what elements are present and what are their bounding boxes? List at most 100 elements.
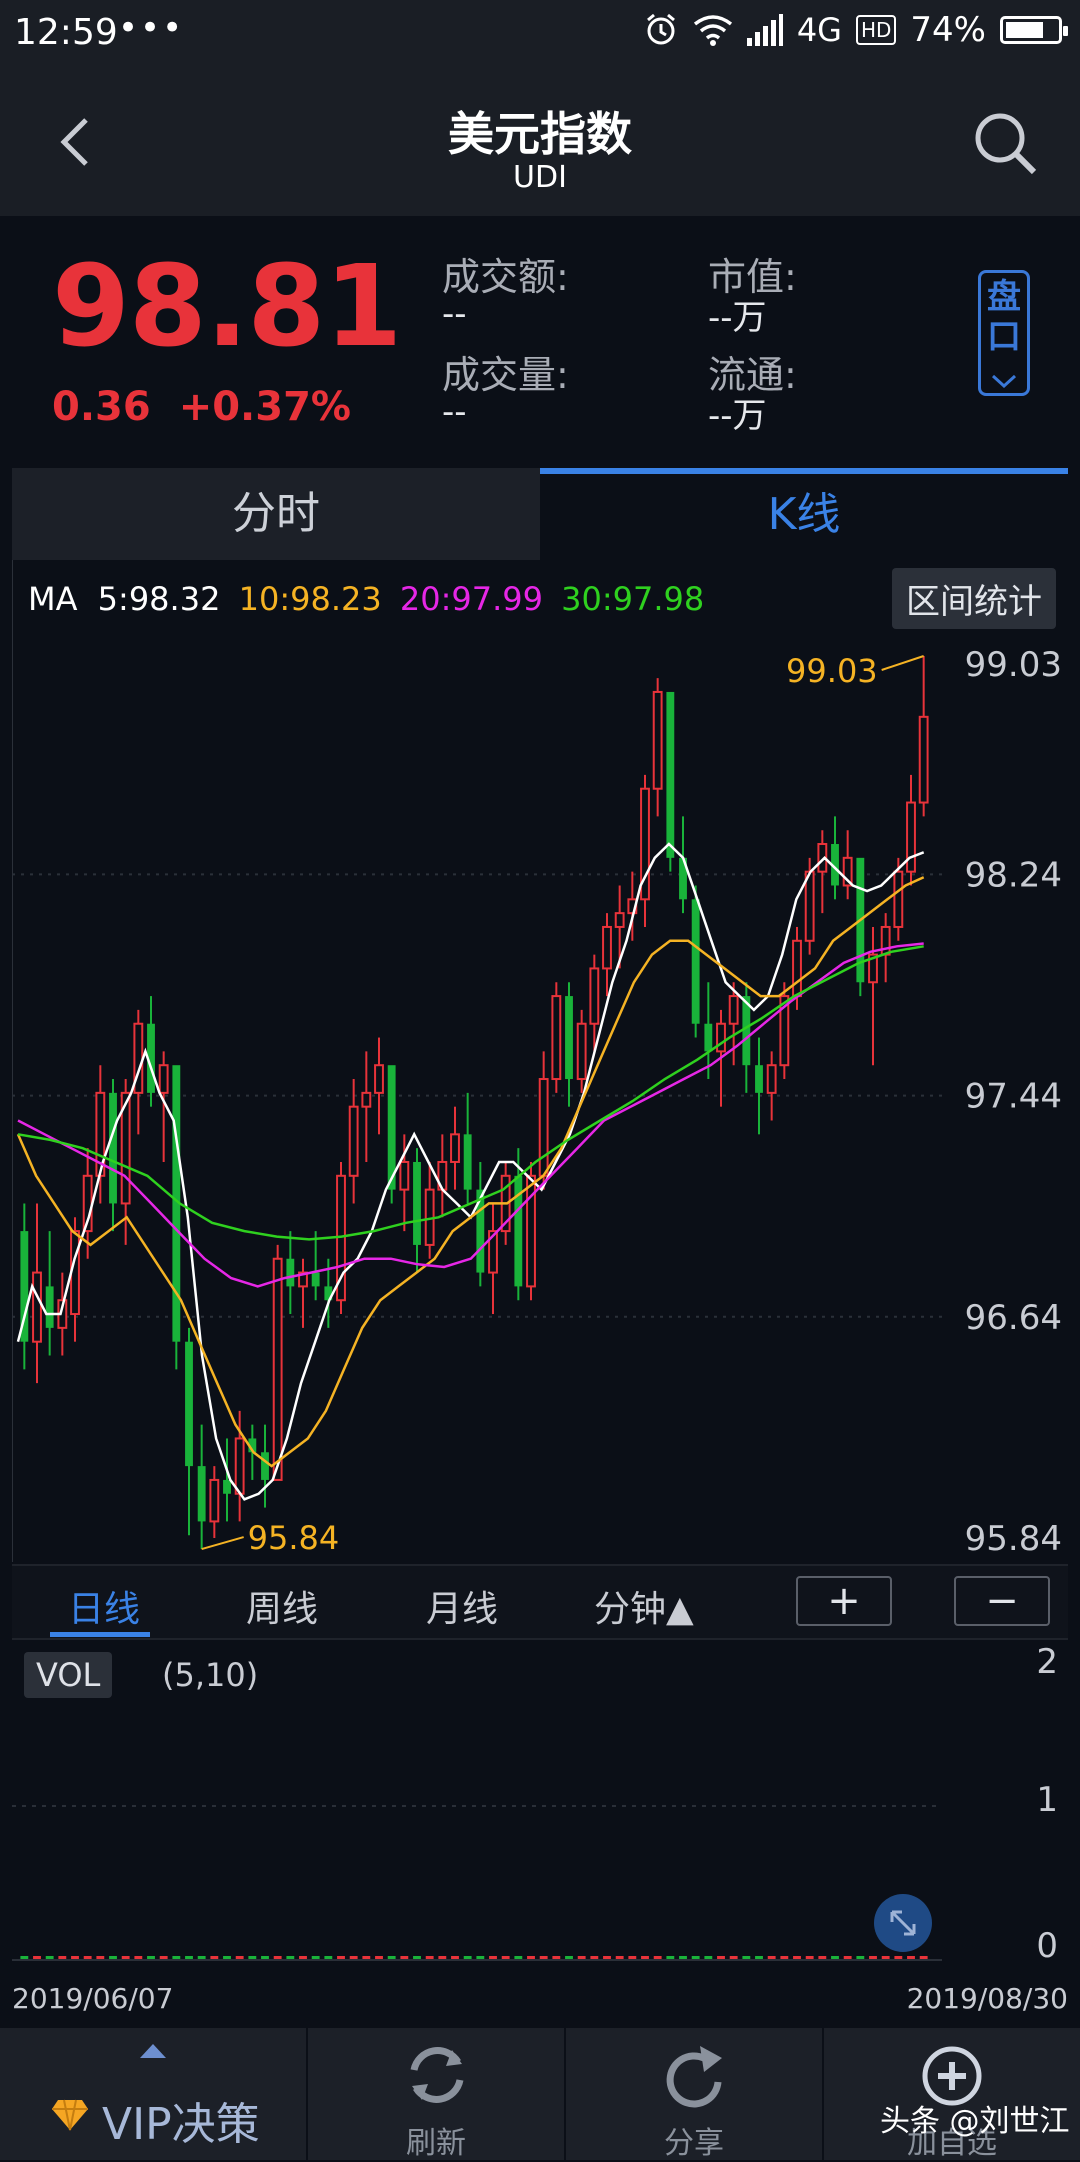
candle-body xyxy=(728,995,739,1025)
vol-params: (5,10) xyxy=(162,1656,259,1694)
pankou-button[interactable]: 盘口 xyxy=(978,270,1030,396)
share-button[interactable]: 分享 xyxy=(566,2028,822,2161)
volume-bar xyxy=(58,1956,67,1959)
volume-bar xyxy=(919,1956,928,1959)
zoom-out-button[interactable]: − xyxy=(954,1576,1050,1626)
candle-body xyxy=(286,1258,295,1287)
network-type: 4G xyxy=(796,11,842,49)
volume-bar xyxy=(121,1956,130,1959)
volume-bar xyxy=(653,1956,662,1959)
volume-bar xyxy=(45,1956,54,1959)
price-change: 0.36 +0.37% xyxy=(52,384,351,430)
volume-bar xyxy=(552,1956,561,1959)
app-header: 美元指数 UDI xyxy=(0,72,1080,216)
add-watchlist-button[interactable]: 加自选 xyxy=(824,2028,1080,2161)
volume-bar xyxy=(349,1956,358,1959)
tab-intraday[interactable]: 分时 xyxy=(12,468,540,560)
turnover-value: -- xyxy=(442,294,467,334)
volume-bar xyxy=(337,1956,345,1959)
expand-icon[interactable] xyxy=(874,1894,932,1952)
volume-bar xyxy=(818,1956,827,1959)
battery-level xyxy=(1006,22,1043,38)
page-title: 美元指数 xyxy=(448,107,632,161)
volume-bar xyxy=(590,1956,599,1959)
candle-body xyxy=(893,870,904,928)
high-marker-label: 99.03 xyxy=(786,652,878,690)
candle-body xyxy=(589,967,600,1025)
volume-label: 成交量: xyxy=(442,353,569,397)
period-minute[interactable]: 分钟▲ xyxy=(594,1580,694,1632)
watermark: 头条 @刘世江 xyxy=(880,2104,1070,2139)
volume-bar xyxy=(704,1956,713,1959)
vol-axis-top: 2 xyxy=(1036,1642,1058,1682)
volume-bar xyxy=(83,1956,92,1959)
candle-body xyxy=(109,1092,117,1204)
volume-bar xyxy=(248,1956,257,1959)
volume-bar xyxy=(679,1956,687,1959)
tab-kline[interactable]: K线 xyxy=(540,468,1068,560)
volume-bar xyxy=(780,1956,789,1959)
candle-body xyxy=(666,691,675,858)
vip-label: VIP决策 xyxy=(102,2099,260,2150)
volume-bar xyxy=(96,1956,105,1959)
candle-body xyxy=(413,1161,421,1245)
vol-tag[interactable]: VOL xyxy=(24,1652,113,1698)
volume-panel: VOL (5,10) 2 1 0 xyxy=(12,1638,1068,1968)
volume-bar xyxy=(729,1956,738,1959)
period-week[interactable]: 周线 xyxy=(246,1580,318,1632)
volume-bar xyxy=(628,1956,637,1959)
vol-axis-bottom: 0 xyxy=(1036,1926,1058,1966)
volume-bar xyxy=(299,1956,307,1959)
candle-body xyxy=(185,1341,193,1467)
wifi-icon xyxy=(693,15,732,46)
volume-bar xyxy=(286,1956,295,1959)
candle-body xyxy=(576,1022,587,1081)
candle-body xyxy=(261,1452,269,1480)
volume-bar xyxy=(210,1956,219,1959)
quote-panel: 98.81 0.36 +0.37% 成交额: -- 成交量: -- 市值: --万… xyxy=(12,216,1068,452)
candle-body xyxy=(538,1078,549,1177)
period-underline xyxy=(50,1632,150,1637)
volume-bar xyxy=(451,1956,459,1959)
low-marker-label: 95.84 xyxy=(248,1519,340,1557)
volume-bar xyxy=(691,1956,700,1959)
candle-body xyxy=(691,899,700,1024)
volume-bar xyxy=(20,1956,29,1959)
volume-bar xyxy=(400,1956,409,1959)
vip-decision-button[interactable]: VIP决策 xyxy=(0,2028,306,2160)
candle-body xyxy=(704,1023,713,1052)
volume-bar xyxy=(717,1956,725,1959)
candle-body xyxy=(918,715,929,804)
status-dots: ••• xyxy=(118,8,185,48)
period-month[interactable]: 月线 xyxy=(426,1580,498,1632)
candle-body xyxy=(792,939,802,998)
refresh-button[interactable]: 刷新 xyxy=(308,2028,564,2161)
candle-body xyxy=(209,1478,220,1523)
alarm-icon xyxy=(646,13,675,45)
volume-bar xyxy=(767,1956,776,1959)
candle-body xyxy=(766,1064,777,1094)
signal-icon xyxy=(746,14,783,46)
candle-body xyxy=(652,690,663,790)
volume-bar xyxy=(856,1956,865,1959)
status-bar: 12:59 ••• 4G HD 74% xyxy=(0,0,1080,72)
vol-axis-mid: 1 xyxy=(1036,1780,1058,1820)
page-subtitle: UDI xyxy=(513,160,567,195)
y-tick-label: 99.03 xyxy=(965,645,1062,685)
y-tick-label: 96.64 xyxy=(965,1298,1062,1338)
period-day[interactable]: 日线 xyxy=(68,1580,140,1632)
volume-bar xyxy=(527,1956,535,1959)
candle-body xyxy=(361,1091,372,1108)
kline-chart[interactable]: MA 5:98.32 10:98.23 20:97.99 30:97.98 区间… xyxy=(12,560,1068,1562)
volume-bar xyxy=(375,1956,383,1959)
candle-body xyxy=(399,1160,410,1191)
refresh-icon xyxy=(410,2047,464,2103)
candle-body xyxy=(804,870,815,942)
volume-bar xyxy=(666,1956,675,1959)
candle-body xyxy=(551,995,562,1081)
kline-plot: 99.03 98.24 97.44 96.64 95.84 99.03 95.84 xyxy=(12,560,1062,1562)
candle-body xyxy=(450,1133,460,1163)
search-icon[interactable] xyxy=(970,108,1040,178)
zoom-in-button[interactable]: + xyxy=(796,1576,892,1626)
candle-body xyxy=(158,1064,169,1094)
